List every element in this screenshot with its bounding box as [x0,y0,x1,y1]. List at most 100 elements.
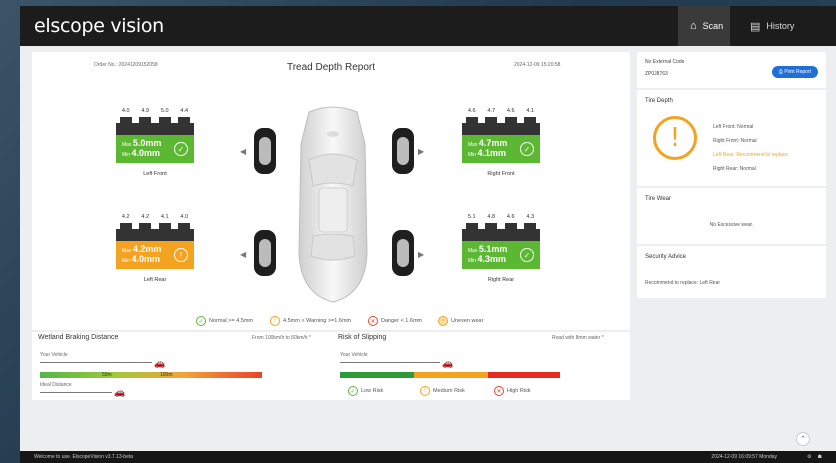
max-value: 4.2mm [132,244,162,255]
check-icon: ✓ [174,142,188,156]
tread-value-panel: Max 4.2mm Min 4.0mm ! [116,241,194,269]
uneven-wear-icon: ≈ [438,316,448,326]
min-value: 4.0mm [131,148,160,158]
printer-icon: ⎙ [778,69,783,75]
risk-high-legend: ✕ High Risk [494,386,531,396]
mark-50m: 50m [102,372,112,378]
check-icon: ✓ [348,386,358,396]
tab-history[interactable]: ▤ History [738,6,806,46]
rf-status: Right Front: Normal [713,138,757,144]
tire-left-front: 4.0 4.9 5.0 4.4 Max 5.0mm Min 4.0mm ✓ Le… [116,108,194,177]
print-report-button[interactable]: ⎙ Print Report [771,66,818,78]
car-topview-icon [298,106,368,303]
slipping-note: Road with 8mm water * [552,335,604,341]
tire-left-rear: 4.2 4.2 4.1 4.0 Max 4.2mm Min 4.0mm ! Le… [116,214,194,283]
arrow-left-icon: ◀ [240,250,247,259]
slipping-your-vehicle-label: Your Vehicle [340,352,368,358]
max-value: 5.1mm [478,244,508,255]
scroll-top-button[interactable]: ⌃ [796,432,810,446]
legend-warning: ! 4.5mm > Warning >=1.6mm [270,316,351,326]
home-icon: ⌂ [690,20,697,32]
slipping-vehicle-line [340,362,440,363]
tire-right-front: 4.6 4.7 4.6 4.1 Max 4.7mm Min 4.1mm ✓ Ri… [462,108,540,177]
history-icon: ▤ [750,20,761,33]
tire-wear-title: Tire Wear [645,196,672,202]
min-value: 4.3mm [477,254,506,264]
security-title: Security Advice [645,254,687,260]
welcome-text: Welcome to use. ElscopeVision v3.7.13-be… [34,454,134,460]
tire-label: Left Front [143,171,167,177]
tire-depth-title: Tire Depth [645,98,673,104]
wheel-right-rear-icon [392,230,414,276]
risk-medium-bar [414,372,488,378]
legend-danger-label: Danger < 1.6mm [381,318,423,324]
lr-status: Left Rear: Recommend to replace [713,152,789,158]
reading: 4.6 [467,108,476,114]
tread-value-panel: Max 5.1mm Min 4.3mm ✓ [462,241,540,269]
tread-readings: 4.6 4.7 4.6 4.1 [462,108,540,114]
tire-wear-card: Tire Wear No Excessive wear. [637,188,826,244]
reading: 4.2 [141,214,150,220]
check-icon: ✓ [520,248,534,262]
risk-low-bar [340,372,414,378]
tread-readings: 4.0 4.9 5.0 4.4 [116,108,194,114]
tread-readings: 5.1 4.8 4.6 4.3 [462,214,540,220]
min-value: 4.1mm [477,148,506,158]
warning-icon: ! [653,116,697,160]
arrow-left-icon: ◀ [240,147,247,156]
legend-uneven: ≈ Uneven wear [438,316,483,326]
min-value: 4.0mm [131,254,160,264]
slipping-title: Risk of Slipping [338,334,387,341]
settings-icon[interactable]: ⚙ [807,454,811,460]
wear-text: No Excessive wear. [709,222,754,228]
reading: 4.6 [506,108,515,114]
min-label: Min [122,258,131,264]
tab-history-label: History [766,21,795,31]
reading: 4.6 [506,214,515,220]
ext-code-value: ZP0J8763 [645,71,668,77]
legend-uneven-label: Uneven wear [451,318,484,324]
reading: 4.8 [487,214,496,220]
braking-vehicle-line [40,362,152,363]
reading: 4.7 [487,108,496,114]
warning-icon: ! [420,386,430,396]
reading: 4.0 [180,214,189,220]
danger-icon: ✕ [494,386,504,396]
tread-value-panel: Max 5.0mm Min 4.0mm ✓ [116,135,194,163]
danger-icon: ✕ [368,316,378,326]
tab-scan[interactable]: ⌂ Scan [678,6,730,46]
arrow-right-icon: ▶ [418,250,425,259]
check-icon: ✓ [520,142,534,156]
reading: 4.9 [141,108,150,114]
app-logo: elscope vision [34,15,164,37]
tire-depth-card: Tire Depth ! Left Front: Normal Right Fr… [637,90,826,186]
wheel-left-front-icon [254,128,276,174]
tread-readings: 4.2 4.2 4.1 4.0 [116,214,194,220]
legend-normal: ✓ Normal >= 4.5mm [196,316,253,326]
risk-low-legend: ✓ Low Risk [348,386,383,396]
reading: 4.4 [180,108,189,114]
braking-your-vehicle-label: Your Vehicle [40,352,68,358]
report-date: 2024-12-09 15:20:58 [514,62,561,68]
tire-label: Right Rear [487,277,515,283]
analysis-panel: Wetland Braking Distance From 100km/h to… [32,332,630,400]
user-icon[interactable]: ☗ [818,454,822,460]
tire-label: Right Front [487,171,515,177]
security-advice-card: Security Advice Recommend to replace: Le… [637,246,826,298]
risk-high-label: High Risk [507,388,531,394]
reading: 4.3 [526,214,535,220]
legend-normal-label: Normal >= 4.5mm [209,318,254,324]
report-panel: Order No.: 20241209152058 Tread Depth Re… [32,52,630,330]
tire-label: Left Rear [143,277,167,283]
lf-status: Left Front: Normal [713,124,754,130]
warning-icon: ! [270,316,280,326]
wheel-right-front-icon [392,128,414,174]
legend-danger: ✕ Danger < 1.6mm [368,316,422,326]
min-label: Min [122,152,131,158]
reading: 5.1 [467,214,476,220]
braking-ideal-label: Ideal Distance [40,382,72,388]
tread-base [116,229,194,241]
arrow-right-icon: ▶ [418,147,425,156]
mark-100m: 100m [160,372,173,378]
braking-ideal-line [40,392,112,393]
